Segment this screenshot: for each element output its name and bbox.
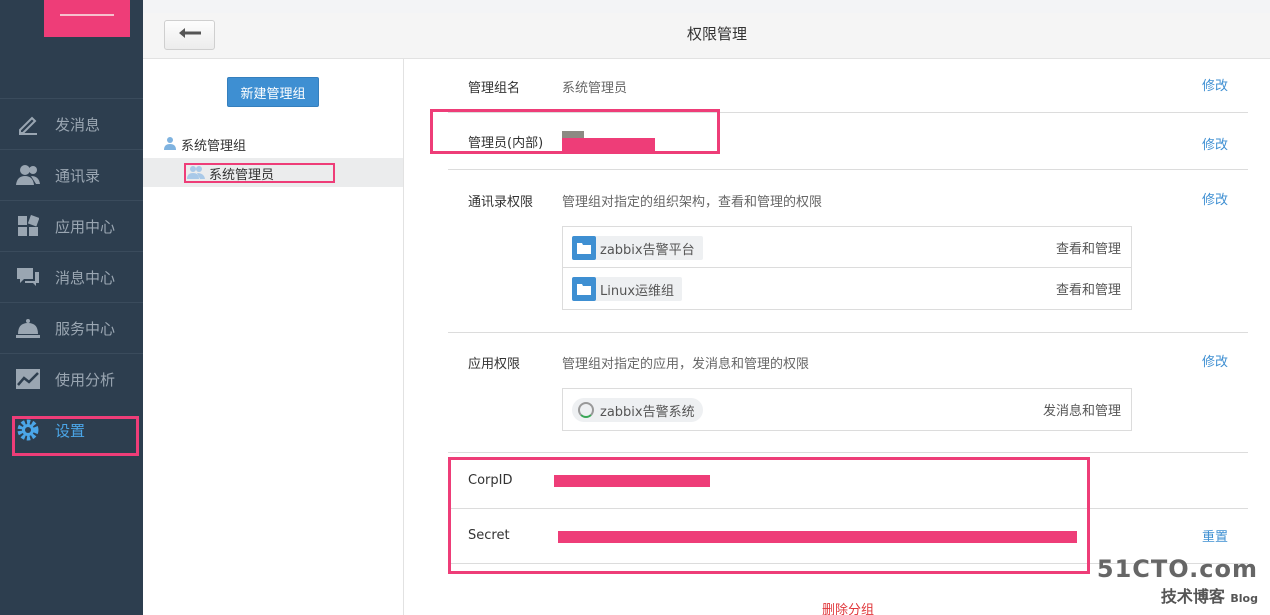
header: 权限管理 bbox=[143, 13, 1270, 59]
divider bbox=[448, 169, 1248, 170]
edit-contacts-link[interactable]: 修改 bbox=[1202, 189, 1228, 208]
divider bbox=[448, 332, 1248, 333]
contacts-icon bbox=[16, 163, 40, 187]
nav-item-label: 通讯录 bbox=[55, 166, 101, 185]
nav-item-label: 服务中心 bbox=[55, 319, 116, 338]
page-title: 权限管理 bbox=[686, 25, 747, 43]
app-permission-label: 应用权限 bbox=[468, 357, 521, 372]
nav-item-message-center[interactable]: 消息中心 bbox=[0, 251, 143, 302]
list-item: zabbix告警平台 查看和管理 bbox=[563, 227, 1131, 268]
highlight-box bbox=[448, 457, 1090, 574]
chart-icon bbox=[16, 367, 40, 391]
department-chip[interactable]: Linux运维组 bbox=[572, 277, 683, 301]
permission-text: 发消息和管理 bbox=[1042, 404, 1121, 419]
highlight-box bbox=[184, 163, 335, 183]
apps-icon bbox=[16, 214, 40, 238]
folder-icon bbox=[572, 236, 596, 260]
highlight-box bbox=[430, 109, 720, 154]
department-name: Linux运维组 bbox=[600, 283, 675, 299]
watermark-sub: 技术博客 bbox=[1160, 587, 1225, 606]
group-name-value: 系统管理员 bbox=[562, 81, 628, 96]
watermark-blog: Blog bbox=[1230, 592, 1258, 605]
reset-secret-link[interactable]: 重置 bbox=[1202, 526, 1228, 545]
nav-item-label: 发消息 bbox=[55, 115, 101, 134]
new-group-button[interactable]: 新建管理组 bbox=[227, 77, 319, 107]
edit-admin-link[interactable]: 修改 bbox=[1202, 134, 1228, 153]
watermark-main: 51CTO.com bbox=[1096, 555, 1258, 583]
permission-text: 查看和管理 bbox=[1055, 242, 1121, 257]
folder-icon bbox=[572, 277, 596, 301]
bell-service-icon bbox=[16, 316, 40, 340]
tree-item-system-admin[interactable]: 系统管理员 bbox=[143, 158, 403, 187]
contacts-permission-label: 通讯录权限 bbox=[468, 195, 534, 210]
divider bbox=[448, 452, 1248, 453]
app-permission-desc: 管理组对指定的应用，发消息和管理的权限 bbox=[562, 357, 810, 372]
group-name-label: 管理组名 bbox=[468, 81, 521, 96]
logo[interactable] bbox=[44, 0, 130, 37]
nav-item-app-center[interactable]: 应用中心 bbox=[0, 200, 143, 251]
list-item: Linux运维组 查看和管理 bbox=[563, 268, 1131, 309]
app-name: zabbix告警系统 bbox=[600, 404, 695, 420]
group-list: 新建管理组 系统管理组 系统管理员 bbox=[143, 59, 404, 615]
app-chip[interactable]: zabbix告警系统 bbox=[572, 398, 703, 422]
nav-item-send-message[interactable]: 发消息 bbox=[0, 98, 143, 149]
nav-item-usage-analysis[interactable]: 使用分析 bbox=[0, 353, 143, 404]
contacts-permission-desc: 管理组对指定的组织架构，查看和管理的权限 bbox=[562, 195, 823, 210]
tree-item-label: 系统管理组 bbox=[181, 139, 247, 154]
department-name: zabbix告警平台 bbox=[600, 242, 695, 258]
nav-item-contacts[interactable]: 通讯录 bbox=[0, 149, 143, 200]
group-detail: 管理组名 系统管理员 修改 管理员(内部) 修改 通讯录权限 管理组对指定的组织… bbox=[430, 59, 1248, 615]
edit-apps-link[interactable]: 修改 bbox=[1202, 351, 1228, 370]
app-icon bbox=[578, 402, 594, 418]
department-chip[interactable]: zabbix告警平台 bbox=[572, 236, 703, 260]
nav-item-label: 应用中心 bbox=[55, 217, 116, 236]
nav-item-label: 消息中心 bbox=[55, 268, 116, 287]
tree-item-system-group[interactable]: 系统管理组 bbox=[163, 135, 246, 154]
watermark: 51CTO.com 技术博客 Blog bbox=[1097, 555, 1258, 607]
edit-group-name-link[interactable]: 修改 bbox=[1202, 75, 1228, 94]
apps-list: zabbix告警系统 发消息和管理 bbox=[562, 388, 1132, 431]
nav-item-label: 使用分析 bbox=[55, 370, 116, 389]
nav-item-service-center[interactable]: 服务中心 bbox=[0, 302, 143, 353]
permission-text: 查看和管理 bbox=[1055, 283, 1121, 298]
left-nav: 发消息 通讯录 应用中心 消息中心 服务中心 使用分析 设置 bbox=[0, 0, 143, 615]
list-item: zabbix告警系统 发消息和管理 bbox=[563, 389, 1131, 430]
contacts-list: zabbix告警平台 查看和管理 Linux运维组 查看和管理 bbox=[562, 226, 1132, 310]
highlight-box bbox=[12, 416, 139, 456]
chat-icon bbox=[16, 265, 40, 289]
pencil-icon bbox=[16, 112, 40, 136]
user-icon bbox=[163, 136, 177, 154]
main-panel: 权限管理 新建管理组 系统管理组 系统管理员 管理组名 系统管理员 修改 管理员… bbox=[143, 13, 1270, 615]
